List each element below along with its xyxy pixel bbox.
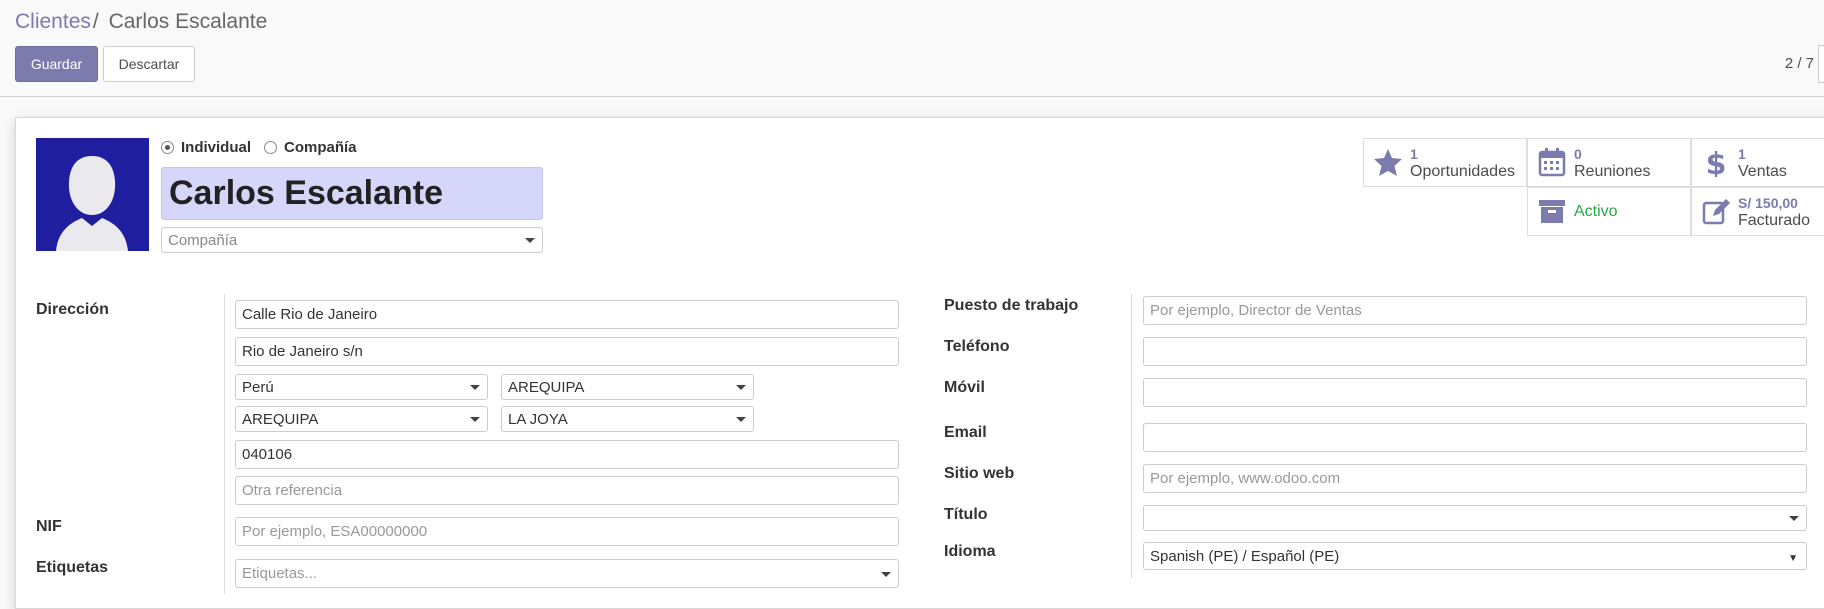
meetings-label: Reuniones [1574,163,1651,180]
calendar-icon [1538,148,1566,177]
save-button[interactable]: Guardar [15,46,98,82]
archive-icon [1539,200,1565,223]
province-value: AREQUIPA [242,410,319,428]
state-value: AREQUIPA [508,378,585,396]
chevron-down-icon [736,417,746,422]
default-avatar-icon [36,138,149,251]
invoiced-amount: S/ 150,00 [1738,195,1798,211]
company-select[interactable]: Compañía [161,227,543,253]
dollar-icon: $ [1706,147,1727,177]
country-value: Perú [242,378,274,396]
chevron-down-icon [470,417,480,422]
opportunities-count: 1 [1410,146,1418,162]
sales-smart-button[interactable]: $ 1 Ventas [1691,138,1824,187]
title-label: Título [944,506,988,523]
tags-label: Etiquetas [36,559,109,576]
breadcrumb-clientes-link[interactable]: Clientes [15,10,91,33]
breadcrumb-current: Carlos Escalante [108,10,268,33]
edit-icon [1702,199,1730,225]
radio-individual[interactable]: Individual [161,139,251,156]
radio-company-label: Compañía [284,139,357,156]
radio-individual-label: Individual [181,139,252,156]
tags-input[interactable]: Etiquetas... [235,559,899,588]
email-input[interactable] [1143,423,1807,452]
language-value: Spanish (PE) / Español (PE) [1150,547,1340,565]
chevron-down-icon [881,571,891,577]
nif-label: NIF [36,518,62,535]
meetings-smart-button[interactable]: 0 Reuniones [1527,138,1691,187]
radio-unchecked-icon[interactable] [264,141,278,154]
chevron-down-icon: ▼ [1788,553,1798,564]
district-select[interactable]: LA JOYA [501,406,754,432]
chevron-down-icon [525,238,535,243]
avatar[interactable] [36,138,149,251]
zip-input[interactable]: 040106 [235,440,899,469]
active-toggle-button[interactable]: Activo [1527,187,1691,236]
sales-label: Ventas [1738,163,1787,180]
partner-type-radio-group: Individual Compañía [161,139,370,156]
province-select[interactable]: AREQUIPA [235,406,488,432]
nif-input[interactable]: Por ejemplo, ESA00000000 [235,517,899,546]
language-select[interactable]: Spanish (PE) / Español (PE) ▼ [1143,542,1807,570]
phone-label: Teléfono [944,338,1010,355]
street2-input[interactable]: Rio de Janeiro s/n [235,337,899,366]
left-column-divider [224,294,225,594]
discard-button[interactable]: Descartar [103,46,195,82]
job-position-input[interactable]: Por ejemplo, Director de Ventas [1143,296,1807,325]
pager-next-button[interactable] [1818,45,1824,83]
star-icon [1374,149,1402,176]
meetings-count: 0 [1574,146,1582,162]
other-reference-input[interactable]: Otra referencia [235,476,899,505]
invoiced-smart-button[interactable]: S/ 150,00 Facturado [1691,187,1824,236]
chevron-down-icon [1789,516,1799,521]
breadcrumb: Clientes/ Carlos Escalante [15,10,267,34]
website-input[interactable]: Por ejemplo, www.odoo.com [1143,464,1807,493]
email-label: Email [944,424,987,441]
country-select[interactable]: Perú [235,374,488,400]
chevron-down-icon [470,385,480,390]
company-select-placeholder: Compañía [168,231,238,249]
control-panel: Clientes/ Carlos Escalante Guardar Desca… [0,0,1824,97]
invoiced-label: Facturado [1738,212,1811,229]
title-select[interactable] [1143,505,1807,531]
radio-checked-icon[interactable] [161,141,174,154]
opportunities-smart-button[interactable]: 1 Oportunidades [1363,138,1527,187]
active-label: Activo [1574,203,1618,220]
job-position-label: Puesto de trabajo [944,297,1079,314]
svg-text:$: $ [1706,147,1727,177]
street-input[interactable]: Calle Rio de Janeiro [235,300,899,329]
phone-input[interactable] [1143,337,1807,366]
chevron-down-icon [736,385,746,390]
partner-name-input[interactable]: Carlos Escalante [161,167,543,220]
opportunities-label: Oportunidades [1410,163,1515,180]
district-value: LA JOYA [508,410,568,428]
tags-placeholder: Etiquetas... [242,565,318,582]
website-label: Sitio web [944,465,1015,482]
state-select[interactable]: AREQUIPA [501,374,754,400]
right-column-divider [1131,294,1132,578]
breadcrumb-separator: / [92,10,99,33]
mobile-input[interactable] [1143,378,1807,407]
pager-value[interactable]: 2 / 7 [1785,55,1814,72]
language-label: Idioma [944,543,996,560]
radio-company[interactable]: Compañía [264,139,357,156]
address-label: Dirección [36,301,109,318]
sales-count: 1 [1738,146,1746,162]
mobile-label: Móvil [944,379,985,396]
